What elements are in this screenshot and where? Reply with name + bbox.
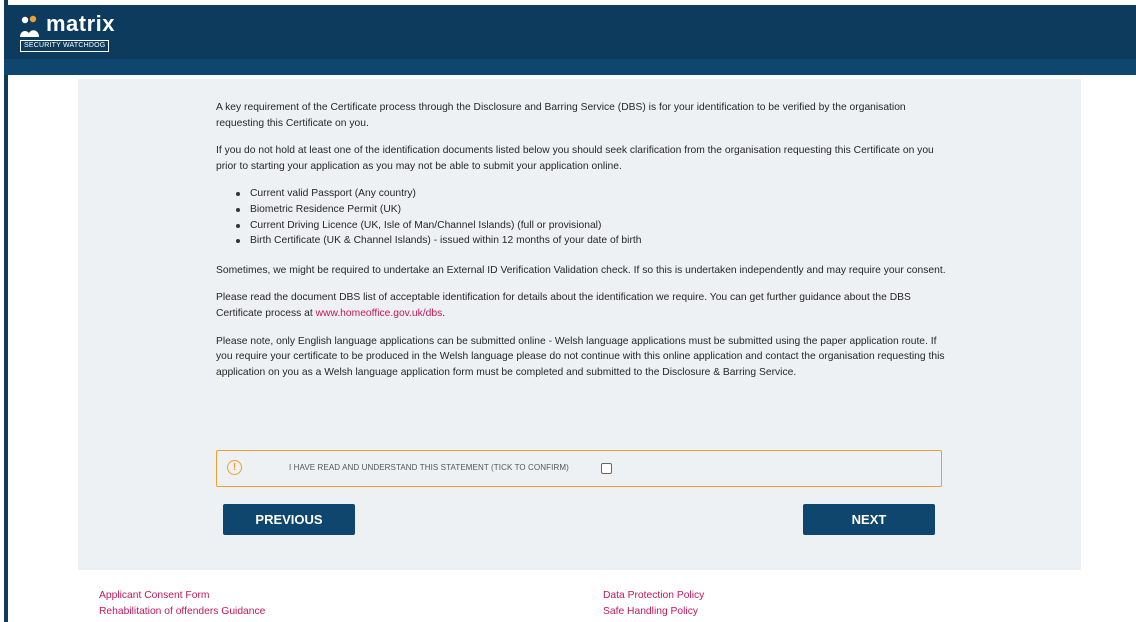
header-strip — [4, 59, 1136, 75]
previous-button[interactable]: PREVIOUS — [223, 504, 355, 535]
list-item: Current valid Passport (Any country) — [236, 186, 946, 202]
document-list: Current valid Passport (Any country) Bio… — [236, 186, 946, 249]
people-icon — [20, 15, 39, 37]
footer-link-safe-handling[interactable]: Safe Handling Policy — [603, 606, 698, 617]
confirm-label: I HAVE READ AND UNDERSTAND THIS STATEMEN… — [289, 463, 569, 472]
homeoffice-link[interactable]: www.homeoffice.gov.uk/dbs — [316, 308, 443, 319]
app-header: matrix SECURITY WATCHDOG — [4, 5, 1136, 59]
list-item: Biometric Residence Permit (UK) — [236, 202, 946, 218]
confirm-statement-box: ! I HAVE READ AND UNDERSTAND THIS STATEM… — [216, 450, 942, 487]
footer-link-consent-form[interactable]: Applicant Consent Form — [99, 590, 209, 601]
next-button[interactable]: NEXT — [803, 504, 935, 535]
guidance-suffix: . — [442, 307, 446, 319]
window-left-border — [4, 0, 8, 622]
footer-link-data-protection[interactable]: Data Protection Policy — [603, 590, 704, 601]
verification-paragraph: Sometimes, we might be required to under… — [216, 264, 946, 276]
brand-name: matrix — [46, 11, 116, 36]
list-item: Birth Certificate (UK & Channel Islands)… — [236, 233, 946, 249]
brand-logo[interactable]: matrix SECURITY WATCHDOG — [18, 11, 120, 53]
info-icon: ! — [227, 460, 242, 475]
statement-content: A key requirement of the Certificate pro… — [216, 100, 946, 392]
brand-tagline: SECURITY WATCHDOG — [20, 40, 110, 52]
welsh-language-paragraph: Please note, only English language appli… — [216, 335, 945, 378]
intro-paragraph: A key requirement of the Certificate pro… — [216, 102, 906, 129]
guidance-paragraph: Please read the document DBS list of acc… — [216, 290, 946, 321]
footer-link-rehabilitation-guidance[interactable]: Rehabilitation of offenders Guidance — [99, 606, 265, 617]
clarification-paragraph: If you do not hold at least one of the i… — [216, 145, 934, 172]
list-item: Current Driving Licence (UK, Isle of Man… — [236, 218, 946, 234]
confirm-checkbox[interactable] — [601, 463, 612, 474]
